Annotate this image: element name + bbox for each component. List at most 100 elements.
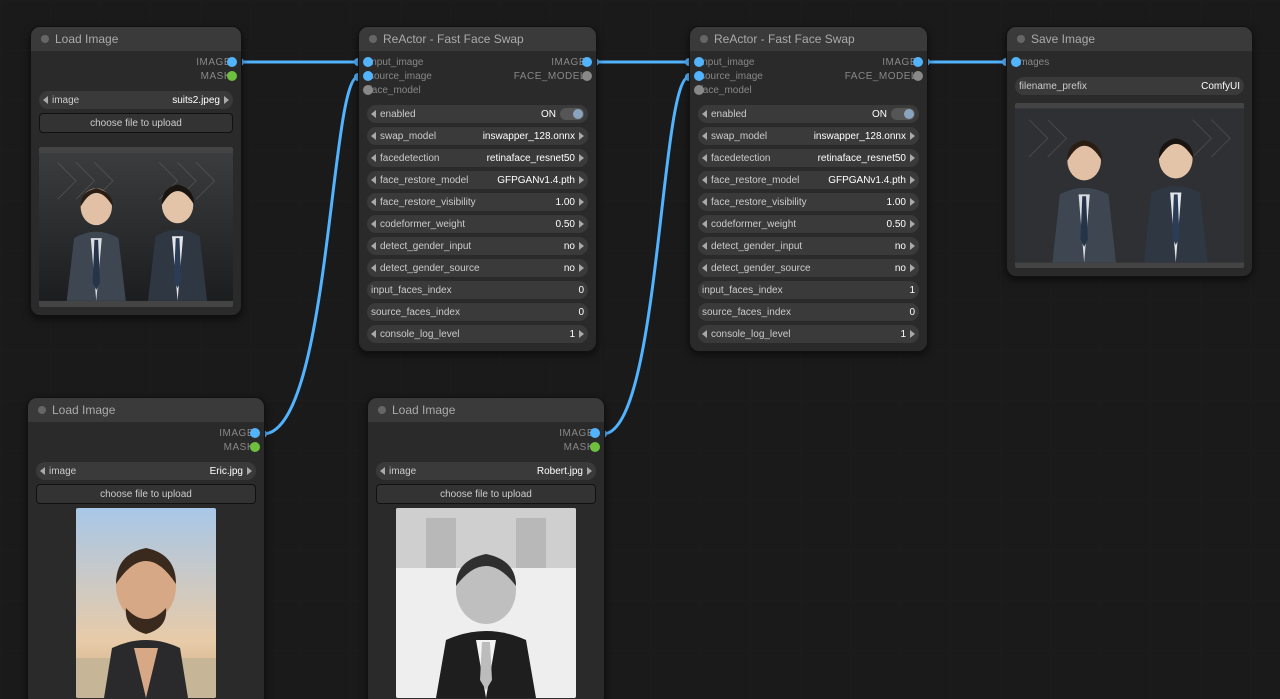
collapse-dot-icon [700, 35, 708, 43]
chevron-left-icon [371, 198, 376, 206]
param-codeformer_weight[interactable]: codeformer_weight0.50 [367, 215, 588, 233]
param-codeformer_weight[interactable]: codeformer_weight0.50 [698, 215, 919, 233]
input-image-label: input_image [369, 57, 478, 68]
node-reactor-2[interactable]: ReActor - Fast Face Swap input_image IMA… [689, 26, 928, 352]
param-detect_gender_input[interactable]: detect_gender_inputno [367, 237, 588, 255]
param-face_restore_visibility[interactable]: face_restore_visibility1.00 [698, 193, 919, 211]
param-label: source_faces_index [702, 307, 791, 318]
output-facemodel-label: FACE_MODEL [809, 71, 918, 82]
node-title: ReActor - Fast Face Swap [714, 32, 855, 46]
node-reactor-1[interactable]: ReActor - Fast Face Swap input_image IMA… [358, 26, 597, 352]
output-thumbnail [1015, 103, 1244, 268]
param-source_faces_index[interactable]: source_faces_index0 [367, 303, 588, 321]
param-facedetection[interactable]: facedetectionretinaface_resnet50 [698, 149, 919, 167]
node-header[interactable]: Load Image [368, 398, 604, 422]
port-in-source-image[interactable] [363, 71, 373, 81]
param-value: GFPGANv1.4.pth [497, 175, 575, 186]
param-detect_gender_source[interactable]: detect_gender_sourceno [367, 259, 588, 277]
param-detect_gender_source[interactable]: detect_gender_sourceno [698, 259, 919, 277]
port-in-images[interactable] [1011, 57, 1021, 67]
port-out-mask[interactable] [227, 71, 237, 81]
param-value: retinaface_resnet50 [487, 153, 575, 164]
param-label: face_restore_model [380, 175, 468, 186]
param-face_restore_visibility[interactable]: face_restore_visibility1.00 [367, 193, 588, 211]
param-label: swap_model [711, 131, 767, 142]
param-input_faces_index[interactable]: input_faces_index0 [367, 281, 588, 299]
node-load-image-c[interactable]: Load Image IMAGE MASK image Robert.jpg c… [367, 397, 605, 699]
toggle-icon[interactable] [891, 108, 915, 120]
chevron-left-icon [702, 242, 707, 250]
chevron-right-icon [579, 176, 584, 184]
port-in-facemodel[interactable] [694, 85, 704, 95]
param-value: 0 [909, 307, 915, 318]
images-label: images [1017, 57, 1130, 68]
port-out-mask[interactable] [250, 442, 260, 452]
source-image-label: source_image [700, 71, 809, 82]
node-title: ReActor - Fast Face Swap [383, 32, 524, 46]
image-selector[interactable]: image Eric.jpg [36, 462, 256, 480]
port-out-facemodel[interactable] [913, 71, 923, 81]
chevron-left-icon [371, 154, 376, 162]
port-out-mask[interactable] [590, 442, 600, 452]
chevron-left-icon [702, 330, 707, 338]
param-face_restore_model[interactable]: face_restore_modelGFPGANv1.4.pth [698, 171, 919, 189]
output-image-label: IMAGE [41, 57, 231, 68]
chevron-left-icon [702, 264, 707, 272]
param-label: source_faces_index [371, 307, 460, 318]
chevron-left-icon [371, 132, 376, 140]
param-label: detect_gender_source [711, 263, 811, 274]
param-input_faces_index[interactable]: input_faces_index1 [698, 281, 919, 299]
chevron-left-icon [371, 242, 376, 250]
node-title: Save Image [1031, 32, 1095, 46]
chevron-left-icon [371, 176, 376, 184]
port-out-image[interactable] [227, 57, 237, 67]
param-swap_model[interactable]: swap_modelinswapper_128.onnx [367, 127, 588, 145]
param-detect_gender_input[interactable]: detect_gender_inputno [698, 237, 919, 255]
chevron-right-icon [910, 154, 915, 162]
filename-prefix-widget[interactable]: filename_prefix ComfyUI [1015, 77, 1244, 95]
port-out-image[interactable] [590, 428, 600, 438]
param-enabled[interactable]: enabledON [367, 105, 588, 123]
output-image-label: IMAGE [478, 57, 587, 68]
image-selector[interactable]: image Robert.jpg [376, 462, 596, 480]
port-in-facemodel[interactable] [363, 85, 373, 95]
param-console_log_level[interactable]: console_log_level1 [367, 325, 588, 343]
chevron-left-icon [371, 110, 376, 118]
param-source_faces_index[interactable]: source_faces_index 0 [698, 303, 919, 321]
toggle-icon[interactable] [560, 108, 584, 120]
node-load-image-b[interactable]: Load Image IMAGE MASK image Eric.jpg cho… [27, 397, 265, 699]
port-out-image[interactable] [582, 57, 592, 67]
param-enabled[interactable]: enabledON [698, 105, 919, 123]
image-thumbnail [396, 508, 576, 698]
node-header[interactable]: ReActor - Fast Face Swap [359, 27, 596, 51]
port-out-facemodel[interactable] [582, 71, 592, 81]
collapse-dot-icon [378, 406, 386, 414]
node-save-image[interactable]: Save Image images filename_prefix ComfyU… [1006, 26, 1253, 277]
chevron-right-icon [579, 264, 584, 272]
param-facedetection[interactable]: facedetection retinaface_resnet50 [367, 149, 588, 167]
node-header[interactable]: ReActor - Fast Face Swap [690, 27, 927, 51]
upload-button[interactable]: choose file to upload [36, 484, 256, 504]
port-in-input-image[interactable] [694, 57, 704, 67]
port-in-input-image[interactable] [363, 57, 373, 67]
port-out-image[interactable] [250, 428, 260, 438]
param-face_restore_model[interactable]: face_restore_model GFPGANv1.4.pth [367, 171, 588, 189]
node-header[interactable]: Load Image [28, 398, 264, 422]
param-label: facedetection [380, 153, 440, 164]
node-header[interactable]: Save Image [1007, 27, 1252, 51]
upload-button[interactable]: choose file to upload [376, 484, 596, 504]
image-selector[interactable]: image suits2.jpeg [39, 91, 233, 109]
port-in-source-image[interactable] [694, 71, 704, 81]
param-console_log_level[interactable]: console_log_level1 [698, 325, 919, 343]
node-header[interactable]: Load Image [31, 27, 241, 51]
node-load-image-a[interactable]: Load Image IMAGE MASK image suits2.jpeg … [30, 26, 242, 316]
param-swap_model[interactable]: swap_modelinswapper_128.onnx [698, 127, 919, 145]
chevron-left-icon [702, 154, 707, 162]
chevron-left-icon [371, 264, 376, 272]
chevron-right-icon [224, 96, 229, 104]
param-value: 0.50 [556, 219, 575, 230]
port-out-image[interactable] [913, 57, 923, 67]
image-thumbnail [76, 508, 216, 698]
upload-button[interactable]: choose file to upload [39, 113, 233, 133]
param-label: codeformer_weight [711, 219, 796, 230]
